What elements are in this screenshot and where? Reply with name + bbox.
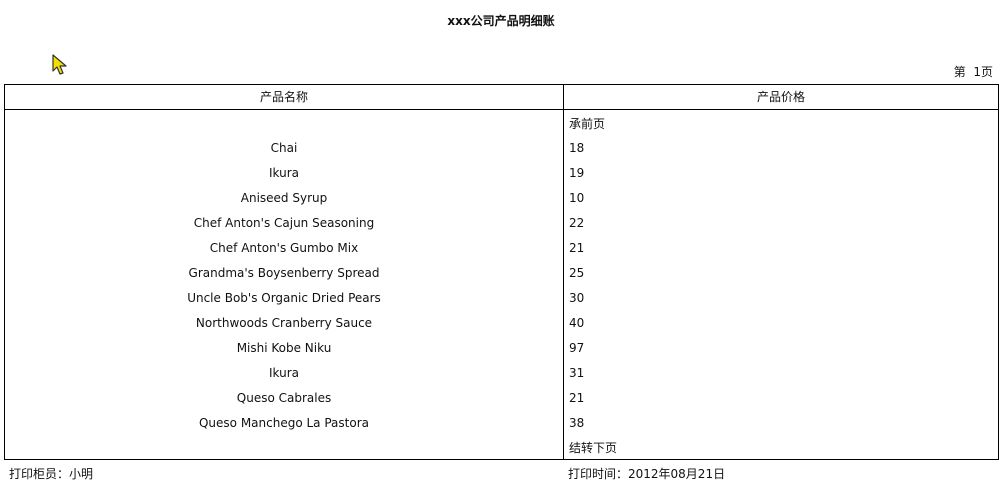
product-name-cell: Aniseed Syrup: [240, 191, 328, 205]
carry-forward-label: 承前页: [569, 117, 606, 131]
page-number: 第 1页: [953, 65, 993, 79]
product-price-cell: 40: [569, 316, 585, 330]
carry-over-label: 结转下页: [569, 441, 618, 455]
product-price-cell: 18: [569, 141, 585, 155]
header-product-price: 产品价格: [756, 90, 805, 104]
product-name-cell: Chai: [270, 141, 298, 155]
product-name-cell: Ikura: [268, 366, 299, 380]
product-price-cell: 30: [569, 291, 585, 305]
product-name-cell: Chef Anton's Cajun Seasoning: [193, 216, 375, 230]
table-row: Ikura 31: [5, 363, 998, 388]
table-row: Chai 18: [5, 138, 998, 163]
product-name-cell: Northwoods Cranberry Sauce: [195, 316, 373, 330]
product-price-cell: 25: [569, 266, 585, 280]
table-row: Northwoods Cranberry Sauce 40: [5, 313, 998, 338]
table-row: Chef Anton's Gumbo Mix 21: [5, 238, 998, 263]
product-name-cell: Mishi Kobe Niku: [236, 341, 332, 355]
product-name-cell: Uncle Bob's Organic Dried Pears: [187, 291, 381, 305]
product-table: 产品名称 产品价格 承前页 Chai 18 Ikura 19 Aniseed Syrup…: [4, 84, 999, 460]
product-name-cell: Chef Anton's Gumbo Mix: [209, 241, 359, 255]
table-row: Uncle Bob's Organic Dried Pears 30: [5, 288, 998, 313]
table-row: Grandma's Boysenberry Spread 25: [5, 263, 998, 288]
table-header-row: 产品名称 产品价格: [5, 85, 998, 110]
table-row: Chef Anton's Cajun Seasoning 22: [5, 213, 998, 238]
product-price-cell: 38: [569, 416, 585, 430]
product-name-cell: Queso Manchego La Pastora: [198, 416, 369, 430]
product-name-cell: Grandma's Boysenberry Spread: [188, 266, 380, 280]
header-product-name: 产品名称: [259, 90, 308, 104]
print-time-label: 打印时间：2012年08月21日: [568, 467, 726, 481]
product-price-cell: 21: [569, 241, 585, 255]
table-row: Ikura 19: [5, 163, 998, 188]
product-price-cell: 19: [569, 166, 585, 180]
table-row: Queso Cabrales 21: [5, 388, 998, 413]
product-name-cell: Queso Cabrales: [236, 391, 332, 405]
mouse-pointer-icon: [52, 54, 67, 75]
product-price-cell: 21: [569, 391, 585, 405]
table-row: Queso Manchego La Pastora 38: [5, 413, 998, 438]
product-price-cell: 31: [569, 366, 585, 380]
product-name-cell: Ikura: [268, 166, 299, 180]
product-price-cell: 10: [569, 191, 585, 205]
report-page: xxx公司产品明细账 第 1页 产品名称 产品价格 承前页 Chai 18 Ikur…: [0, 0, 1002, 483]
table-row: Aniseed Syrup 10: [5, 188, 998, 213]
product-price-cell: 22: [569, 216, 585, 230]
product-price-cell: 97: [569, 341, 585, 355]
table-body: Chai 18 Ikura 19 Aniseed Syrup 10 Chef Anton's…: [5, 138, 998, 438]
printer-label: 打印柜员：小明: [9, 467, 94, 481]
table-row: Mishi Kobe Niku 97: [5, 338, 998, 363]
report-title: xxx公司产品明细账: [447, 14, 555, 28]
